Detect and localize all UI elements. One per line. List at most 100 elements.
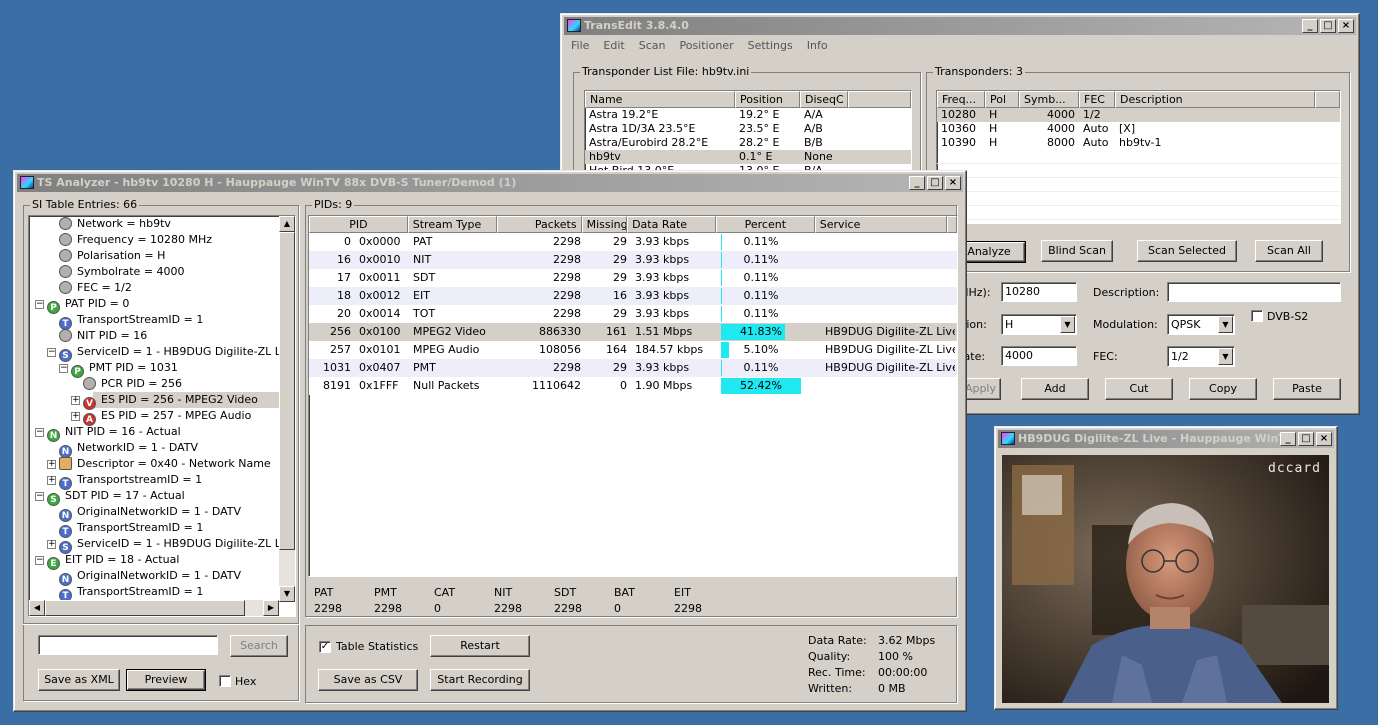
chevron-down-icon[interactable]: ▼ [1218,316,1233,333]
pid-row[interactable]: 18 0x0012 EIT 2298 16 3.93 kbps 0.11% [309,287,957,305]
satellite-row[interactable]: Astra/Eurobird 28.2°E 28.2° E B/B [585,136,911,150]
collapse-icon[interactable]: − [35,428,44,437]
modulation-select[interactable]: QPSK ▼ [1167,314,1235,335]
save-xml-button[interactable]: Save as XML [38,669,120,691]
tree-node[interactable]: Descriptor = 0x40 - Network Name [59,456,271,472]
symbolrate-input[interactable]: 4000 [1001,346,1077,366]
collapse-icon[interactable]: − [35,300,44,309]
si-tree[interactable]: Network = hb9tv Frequency = 10280 MHz Pola… [28,215,296,617]
satellite-row[interactable]: hb9tv 0.1° E None [585,150,911,164]
copy-button[interactable]: Copy [1189,378,1257,400]
vertical-scrollbar[interactable]: ▲ ▼ [279,216,295,602]
tree-node[interactable]: P PMT PID = 1031 [71,360,178,378]
column-header[interactable]: FEC [1079,91,1115,108]
collapse-icon[interactable]: − [35,492,44,501]
polarisation-select[interactable]: H ▼ [1001,314,1077,335]
tree-node[interactable]: A ES PID = 257 - MPEG Audio [83,408,251,426]
column-header[interactable]: Freq... [937,91,985,108]
tree-node[interactable]: Polarisation = H [59,248,165,264]
column-header[interactable]: Data Rate [627,216,716,233]
expand-icon[interactable]: + [71,396,80,405]
pid-row[interactable]: 0 0x0000 PAT 2298 29 3.93 kbps 0.11% [309,233,957,251]
column-header[interactable]: Position [735,91,800,108]
minimize-icon[interactable]: _ [909,176,925,190]
tree-node[interactable]: P PAT PID = 0 [47,296,129,314]
description-input[interactable] [1167,282,1341,302]
minimize-icon[interactable]: _ [1302,19,1318,33]
tree-node[interactable]: FEC = 1/2 [59,280,132,296]
column-header[interactable]: Name [585,91,735,108]
scroll-up-icon[interactable]: ▲ [279,216,295,232]
menu-item[interactable]: Settings [748,39,793,52]
pid-row[interactable]: 20 0x0014 TOT 2298 29 3.93 kbps 0.11% [309,305,957,323]
collapse-icon[interactable]: − [35,556,44,565]
transponder-row[interactable]: 10390 H 8000 Auto hb9tv-1 [937,136,1340,150]
transponder-row[interactable]: 10360 H 4000 Auto [X] [937,122,1340,136]
pid-row[interactable]: 17 0x0011 SDT 2298 29 3.93 kbps 0.11% [309,269,957,287]
table-statistics-checkbox[interactable]: ✓ [319,641,331,653]
pid-row[interactable]: 16 0x0010 NIT 2298 29 3.93 kbps 0.11% [309,251,957,269]
collapse-icon[interactable]: − [47,348,56,357]
expand-icon[interactable]: + [47,540,56,549]
transponder-list[interactable]: Freq... Pol Symb... FEC Description 10280 H 40… [936,90,1341,224]
menu-item[interactable]: Positioner [679,39,733,52]
restart-button[interactable]: Restart [430,635,530,657]
pid-row[interactable]: 1031 0x0407 PMT 2298 29 3.93 kbps 0.11% HB9DUG … [309,359,957,377]
close-icon[interactable]: × [1316,432,1332,446]
cut-button[interactable]: Cut [1105,378,1173,400]
tree-node[interactable]: N NIT PID = 16 - Actual [47,424,181,442]
pid-table[interactable]: PID Stream Type Packets Missing Data Rate Per… [308,215,958,577]
video-titlebar[interactable]: HB9DUG Digilite-ZL Live - Hauppauge WinT… [998,430,1334,448]
column-header[interactable]: Stream Type [407,216,497,233]
pid-row[interactable]: 8191 0x1FFF Null Packets 1110642 0 1.90 Mbps 5… [309,377,957,395]
pid-row[interactable]: 257 0x0101 MPEG Audio 108056 164 184.57 kbps 5… [309,341,957,359]
menu-item[interactable]: Edit [603,39,624,52]
transedit-titlebar[interactable]: TransEdit 3.8.4.0 _ □ × [564,17,1356,35]
paste-button[interactable]: Paste [1273,378,1341,400]
fec-select[interactable]: 1/2 ▼ [1167,346,1235,367]
preview-button[interactable]: Preview [126,669,206,691]
tree-node[interactable]: PCR PID = 256 [83,376,182,392]
scroll-thumb[interactable] [279,232,295,550]
scroll-left-icon[interactable]: ◀ [29,600,45,616]
tree-node[interactable]: V ES PID = 256 - MPEG2 Video [83,392,258,410]
add-button[interactable]: Add [1021,378,1089,400]
tree-node[interactable]: S ServiceID = 1 - HB9DUG Digilite-ZL Live [59,536,279,554]
scan-selected-button[interactable]: Scan Selected [1137,240,1237,262]
column-header[interactable]: Packets [496,216,582,233]
dvbs2-checkbox[interactable] [1251,310,1263,322]
minimize-icon[interactable]: _ [1280,432,1296,446]
save-csv-button[interactable]: Save as CSV [318,669,418,691]
maximize-icon[interactable]: □ [1298,432,1314,446]
expand-icon[interactable]: + [47,476,56,485]
tree-node[interactable]: N OriginalNetworkID = 1 - DATV [59,504,241,522]
column-header[interactable]: DiseqC [800,91,848,108]
frequency-input[interactable]: 10280 [1001,282,1077,302]
satellite-list[interactable]: Name Position DiseqC Astra 19.2°E 19.2° E A/… [584,90,912,174]
tree-node[interactable]: Frequency = 10280 MHz [59,232,212,248]
menu-item[interactable]: Scan [639,39,666,52]
horizontal-scrollbar[interactable]: ◀ ▶ [29,600,279,616]
hex-checkbox[interactable] [219,675,231,687]
column-header[interactable]: Percent [715,216,815,233]
search-button[interactable]: Search [230,635,288,657]
chevron-down-icon[interactable]: ▼ [1218,348,1233,365]
column-header[interactable]: Pol [985,91,1019,108]
tree-node[interactable]: T TransportStreamID = 1 [59,520,203,538]
maximize-icon[interactable]: □ [927,176,943,190]
tree-node[interactable]: T TransportstreamID = 1 [59,472,202,490]
close-icon[interactable]: × [945,176,961,190]
tree-node[interactable]: T TransportStreamID = 1 [59,312,203,330]
close-icon[interactable]: × [1338,19,1354,33]
column-header[interactable]: Service [814,216,947,233]
search-input[interactable] [38,635,218,655]
pid-row[interactable]: 256 0x0100 MPEG2 Video 886330 161 1.51 Mbps 41… [309,323,957,341]
tree-node[interactable]: Symbolrate = 4000 [59,264,185,280]
blind-scan-button[interactable]: Blind Scan [1041,240,1113,262]
tree-node[interactable]: E EIT PID = 18 - Actual [47,552,179,570]
scroll-thumb[interactable] [45,600,245,616]
tree-node[interactable]: S SDT PID = 17 - Actual [47,488,185,506]
tree-node[interactable]: NIT PID = 16 [59,328,147,344]
menu-item[interactable]: File [571,39,589,52]
scan-all-button[interactable]: Scan All [1255,240,1323,262]
